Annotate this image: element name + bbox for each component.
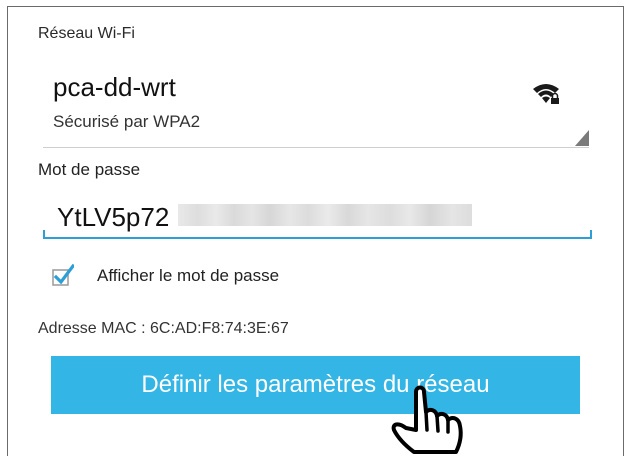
wifi-lock-icon xyxy=(533,84,559,104)
spinner-underline xyxy=(43,147,589,148)
show-password-checkbox[interactable] xyxy=(52,264,74,286)
password-underline-tick-left xyxy=(43,230,45,238)
network-name: pca-dd-wrt xyxy=(53,72,176,102)
hand-pointer-icon xyxy=(391,385,463,454)
spinner-corner-icon xyxy=(575,130,589,146)
network-security: Sécurisé par WPA2 xyxy=(53,112,201,131)
apply-network-settings-button[interactable]: Définir les paramètres du réseau xyxy=(51,356,580,414)
show-password-label[interactable]: Afficher le mot de passe xyxy=(97,266,279,286)
password-underline xyxy=(43,237,592,239)
mac-address: Adresse MAC : 6C:AD:F8:74:3E:67 xyxy=(38,320,289,337)
password-label: Mot de passe xyxy=(38,160,141,179)
password-redaction xyxy=(178,204,472,226)
wifi-section-label: Réseau Wi-Fi xyxy=(38,25,135,42)
password-underline-tick-right xyxy=(590,230,592,238)
